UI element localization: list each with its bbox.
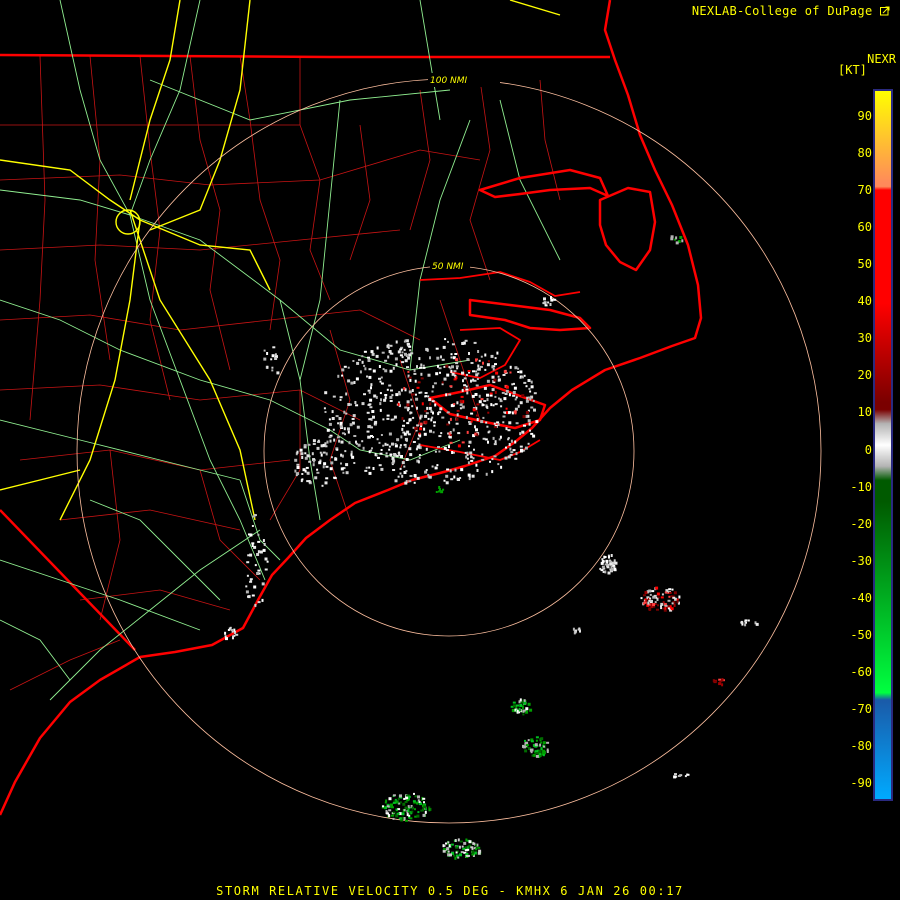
legend-tick-label: -20 <box>850 516 872 531</box>
legend-tick-label: 90 <box>857 109 872 123</box>
legend-tick-label: -40 <box>850 590 872 605</box>
legend-tick-label: 20 <box>857 368 872 383</box>
legend-tick-label: -50 <box>850 627 872 642</box>
state-boundaries <box>0 53 610 651</box>
range-rings <box>76 78 822 824</box>
coastline <box>0 0 703 816</box>
roads <box>0 0 561 701</box>
county-borders <box>0 55 561 691</box>
radar-map: 100 NMI 50 NMI <box>0 0 822 860</box>
range-label-100: 100 NMI <box>430 76 468 86</box>
legend-tick-label: -90 <box>850 776 872 790</box>
legend-tick-label: 70 <box>857 183 872 198</box>
legend-tick-label: -10 <box>850 479 872 494</box>
legend-tick-label: 0 <box>864 442 872 457</box>
external-link-icon <box>880 6 890 16</box>
legend-tick-label: 30 <box>857 331 872 346</box>
legend-tick-label: 60 <box>857 220 872 235</box>
legend-color-bar <box>873 89 893 801</box>
legend-tick-label: 80 <box>857 146 872 161</box>
range-label-50: 50 NMI <box>432 262 464 272</box>
legend-tick-label: -80 <box>850 738 872 753</box>
range-ring-50 <box>263 265 635 637</box>
product-caption: STORM RELATIVE VELOCITY 0.5 DEG - KMHX 6… <box>216 884 684 898</box>
legend-tick-label: 40 <box>857 294 872 309</box>
legend-tick-label: -60 <box>850 664 872 679</box>
legend-tick-label: -70 <box>850 701 872 716</box>
legend-tick-label: -30 <box>850 553 872 568</box>
legend-tick-label: 10 <box>857 405 872 420</box>
legend-tick-labels: 90 80 70 60 50 40 30 20 10 0 -10 -20 -30 -40 -50 -60 -70… <box>832 0 872 900</box>
legend-tick-label: 50 <box>857 257 872 272</box>
range-ring-100 <box>76 78 822 824</box>
